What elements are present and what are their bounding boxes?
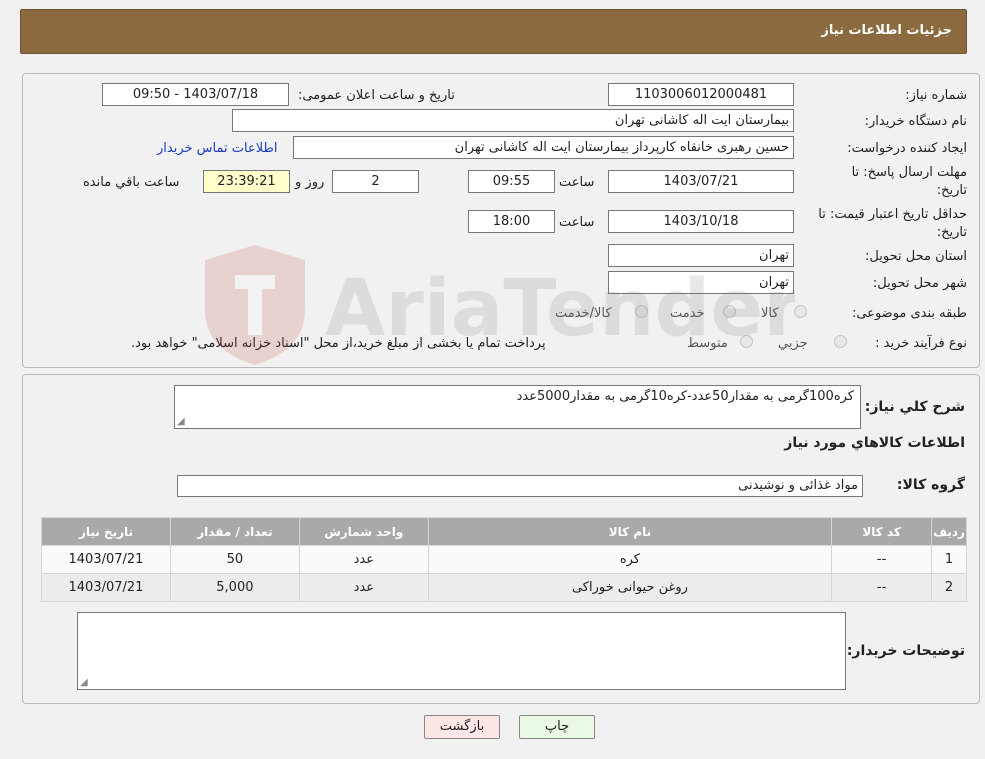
process-radio-minor[interactable] <box>834 335 847 348</box>
description-label: شرح كلي نياز: <box>864 399 965 415</box>
process-option-medium: متوسط <box>687 336 728 351</box>
category-radio-goods-service[interactable] <box>635 305 648 318</box>
need-items-panel: شرح كلي نياز: کره100گرمی به مقدار50عدد-ک… <box>22 374 980 704</box>
buyer-org-field: بیمارستان ایت اله کاشانی تهران <box>232 109 794 132</box>
city-label: شهر محل تحویل: <box>872 276 967 291</box>
category-option-goods: کالا <box>761 306 779 321</box>
province-field: تهران <box>608 244 794 267</box>
goods-group-field: مواد غذائی و نوشیدنی <box>177 475 863 497</box>
cell-item-name: روغن حیوانی خوراکی <box>427 573 833 602</box>
days-remaining-field: 2 <box>332 170 419 193</box>
required-items-title: اطلاعات كالاهاي مورد نياز <box>784 435 965 451</box>
buyer-notes-label: توضیحات خریدار: <box>846 643 965 659</box>
need-number-label: شماره نیاز: <box>905 88 967 103</box>
col-item-code: کد کالا <box>831 517 933 546</box>
resize-grip-icon[interactable]: ◢ <box>80 677 88 688</box>
creator-field: حسین رهبری خانقاه کارپرداز بیمارستان ایت… <box>293 136 794 159</box>
announce-datetime-field: 1403/07/18 - 09:50 <box>102 83 289 106</box>
items-table-header: رديف کد کالا نام کالا واحد شمارش تعداد /… <box>41 517 967 546</box>
process-radio-medium[interactable] <box>740 335 753 348</box>
col-item-name: نام کالا <box>427 517 833 546</box>
cell-item-name: کره <box>427 545 833 574</box>
price-validity-label: حداقل تاریخ اعتبار قیمت: تا <box>818 207 967 222</box>
need-info-panel: شماره نیاز: 1103006012000481 تاریخ و ساع… <box>22 73 980 368</box>
reply-time-label: ساعت <box>559 175 595 190</box>
buyer-contact-link[interactable]: اطلاعات تماس خریدار <box>157 141 277 156</box>
col-row-number: رديف <box>931 517 967 546</box>
cell-unit: عدد <box>298 573 429 602</box>
cell-need-date: 1403/07/21 <box>41 545 171 574</box>
cell-quantity: 5,000 <box>169 573 300 602</box>
print-button[interactable]: چاپ <box>519 715 595 739</box>
col-unit: واحد شمارش <box>298 517 429 546</box>
province-label: استان محل تحویل: <box>865 249 967 264</box>
city-field: تهران <box>608 271 794 294</box>
cell-unit: عدد <box>298 545 429 574</box>
reply-time-field: 09:55 <box>468 170 555 193</box>
category-radio-service[interactable] <box>723 305 736 318</box>
back-button[interactable]: بازگشت <box>424 715 500 739</box>
need-number-field: 1103006012000481 <box>608 83 794 106</box>
reply-deadline-label: مهلت ارسال پاسخ: تا <box>851 165 967 180</box>
cell-item-code: -- <box>831 545 933 574</box>
remaining-time-label: ساعت باقي مانده <box>83 175 180 190</box>
resize-grip-icon[interactable]: ◢ <box>177 416 185 427</box>
category-radio-goods[interactable] <box>794 305 807 318</box>
price-validity-date-field: 1403/10/18 <box>608 210 794 233</box>
cell-row-number: 2 <box>931 573 967 602</box>
page-title: جزئیات اطلاعات نیاز <box>821 23 952 38</box>
description-text: کره100گرمی به مقدار50عدد-کره10گرمی به مق… <box>516 389 854 404</box>
price-validity-label-2: تاریخ: <box>936 225 967 240</box>
buyer-org-label: نام دستگاه خریدار: <box>864 114 967 129</box>
category-option-service: خدمت <box>670 306 705 321</box>
description-textarea[interactable]: کره100گرمی به مقدار50عدد-کره10گرمی به مق… <box>174 385 861 429</box>
cell-item-code: -- <box>831 573 933 602</box>
cell-need-date: 1403/07/21 <box>41 573 171 602</box>
goods-group-label: گروه کالا: <box>896 477 965 493</box>
remaining-time-field: 23:39:21 <box>203 170 290 193</box>
table-row: 1 -- کره عدد 50 1403/07/21 <box>41 545 967 574</box>
price-validity-time-label: ساعت <box>559 215 595 230</box>
buyer-notes-textarea[interactable]: ◢ <box>77 612 846 690</box>
process-type-label: نوع فرآیند خرید : <box>875 336 967 351</box>
reply-deadline-label-2: تاریخ: <box>936 183 967 198</box>
items-table: رديف کد کالا نام کالا واحد شمارش تعداد /… <box>41 517 967 602</box>
price-validity-time-field: 18:00 <box>468 210 555 233</box>
table-row: 2 -- روغن حیوانی خوراکی عدد 5,000 1403/0… <box>41 573 967 602</box>
col-need-date: تاریخ نیاز <box>41 517 171 546</box>
col-quantity: تعداد / مقدار <box>169 517 300 546</box>
reply-date-field: 1403/07/21 <box>608 170 794 193</box>
announce-label: تاریخ و ساعت اعلان عمومی: <box>298 88 455 103</box>
payment-note: پرداخت تمام یا بخشی از مبلغ خرید،از محل … <box>131 336 546 351</box>
category-option-goods-service: کالا/خدمت <box>555 306 612 321</box>
cell-row-number: 1 <box>931 545 967 574</box>
process-option-minor: جزيي <box>778 336 808 351</box>
page-header: جزئیات اطلاعات نیاز <box>20 9 967 54</box>
category-label: طبقه بندی موضوعی: <box>851 306 967 321</box>
days-label: روز و <box>295 175 325 190</box>
creator-label: ایجاد کننده درخواست: <box>847 141 967 156</box>
cell-quantity: 50 <box>169 545 300 574</box>
